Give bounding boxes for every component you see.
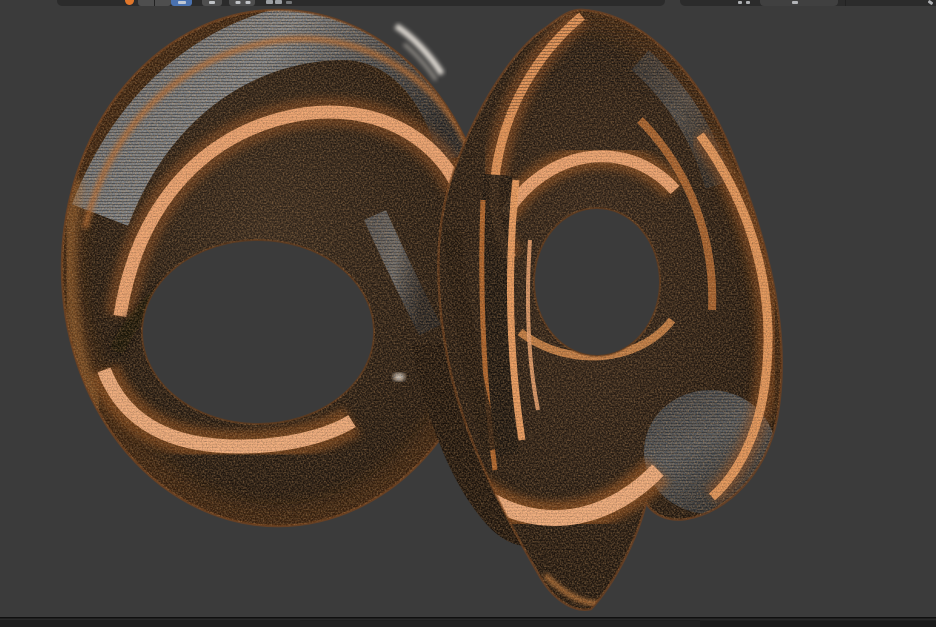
header-button-group[interactable] <box>138 0 171 6</box>
raised-button-segment[interactable] <box>760 0 838 6</box>
status-bar-highlight-line <box>0 619 936 620</box>
header-button-a[interactable] <box>202 0 222 6</box>
viewport-header-left <box>57 0 665 6</box>
button-a-glyph-icon <box>209 1 215 4</box>
status-bar-right-segment <box>700 621 936 627</box>
viewport-header-right <box>680 0 936 6</box>
header-button-b[interactable] <box>229 0 255 6</box>
status-bar-mid-segment <box>300 621 700 627</box>
viewport-canvas[interactable]: Rendered 3D sculpture: interlocked twist… <box>0 0 936 627</box>
status-bar <box>0 617 936 627</box>
white-square-glyph-1-icon[interactable] <box>266 0 273 4</box>
header-divider <box>845 0 846 6</box>
prong-glyph-1-icon[interactable] <box>738 1 742 4</box>
segment-dot-glyph-icon <box>792 1 798 4</box>
active-blue-button[interactable] <box>171 0 192 6</box>
button-b-glyph-1-icon <box>236 1 241 4</box>
button-b-glyph-2-icon <box>245 1 250 4</box>
app-window: Rendered 3D sculpture: interlocked twist… <box>0 0 936 627</box>
active-button-glyph-icon <box>178 1 186 4</box>
button-divider <box>154 0 155 6</box>
orange-dot-icon[interactable] <box>125 0 134 5</box>
prong-glyph-2-icon[interactable] <box>746 1 750 4</box>
white-square-glyph-2-icon[interactable] <box>275 0 282 4</box>
diagonal-glyph-icon[interactable] <box>928 0 934 5</box>
faint-glyph-icon[interactable] <box>286 1 292 4</box>
